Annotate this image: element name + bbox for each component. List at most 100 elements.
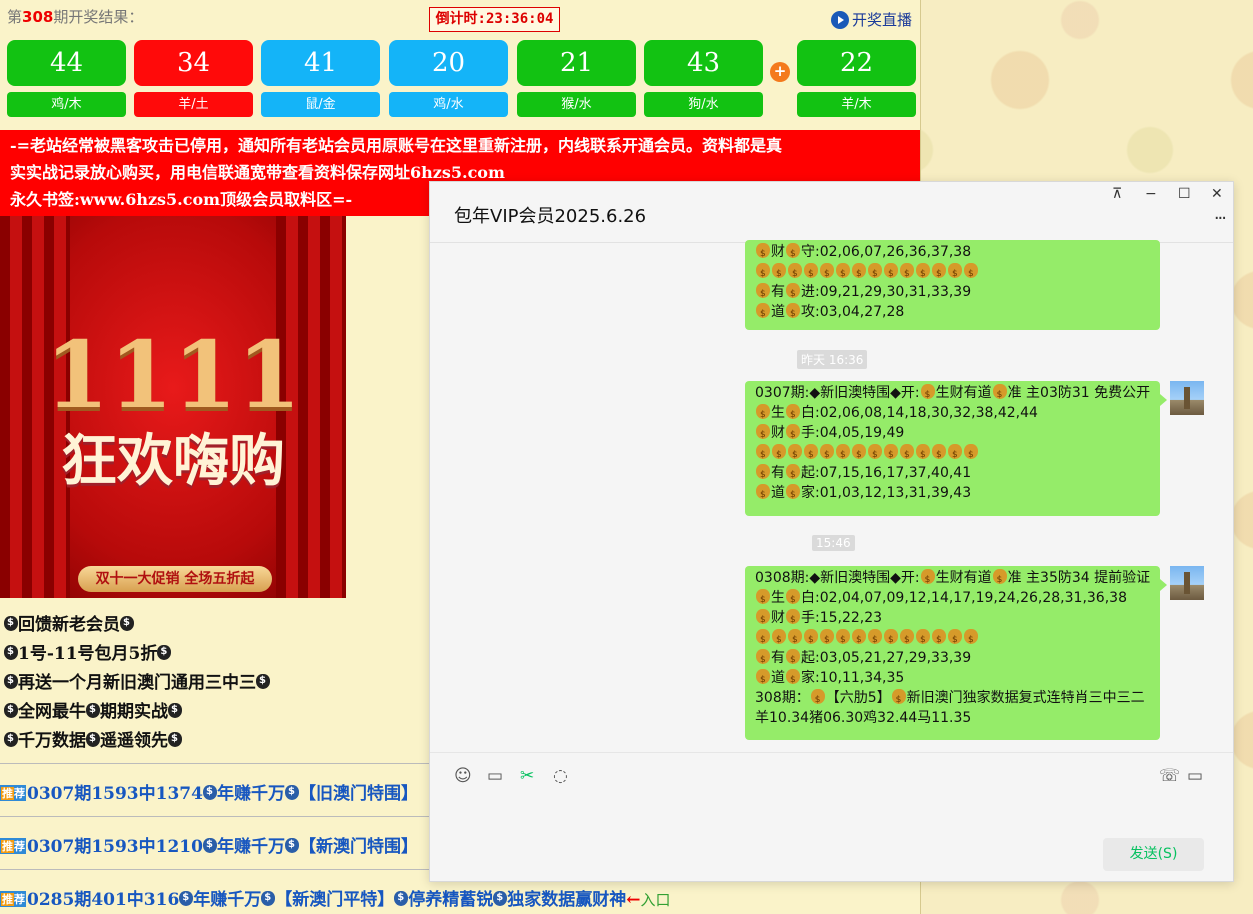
money-bag-icon bbox=[948, 263, 962, 284]
money-bag-icon bbox=[756, 629, 770, 650]
message-line bbox=[755, 628, 1150, 650]
promo-line: 回馈新老会员 bbox=[4, 610, 134, 635]
money-bag-icon bbox=[756, 609, 770, 630]
input-divider bbox=[430, 752, 1233, 753]
rec-link[interactable]: 推荐0285期401中316年赚千万【新澳门平特】停养精蓄锐独家数据赢财神←入口 bbox=[0, 885, 671, 910]
message-line: 财手:04,05,19,49 bbox=[755, 423, 1150, 445]
message-line bbox=[755, 262, 1150, 284]
timestamp: 15:46 bbox=[812, 535, 855, 551]
zodiac-label: 鸡/木 bbox=[7, 92, 126, 117]
money-bag-icon bbox=[786, 484, 800, 505]
money-bag-icon bbox=[756, 243, 770, 264]
money-bag-icon bbox=[772, 629, 786, 650]
money-bag-icon bbox=[964, 629, 978, 650]
chat-title: 包年VIP会员2025.6.26 bbox=[454, 206, 647, 227]
money-bag-icon bbox=[820, 444, 834, 465]
money-bag-icon bbox=[932, 263, 946, 284]
money-bag-icon bbox=[4, 616, 18, 631]
money-bag-icon bbox=[86, 703, 100, 718]
money-bag-icon bbox=[948, 629, 962, 650]
message-line: 财手:15,22,23 bbox=[755, 608, 1150, 630]
bubble-tail bbox=[1160, 394, 1167, 406]
money-bag-icon bbox=[786, 404, 800, 425]
money-bag-icon bbox=[852, 444, 866, 465]
message-bubble[interactable]: 0307期:◆新旧澳特围◆开:生财有道准 主03防31 免费公开生白:02,06… bbox=[745, 381, 1167, 516]
banner-title: 狂欢嗨购 bbox=[61, 428, 285, 494]
money-bag-icon bbox=[772, 263, 786, 284]
chat-history-icon[interactable]: ◌ bbox=[553, 766, 568, 786]
divider bbox=[0, 763, 430, 764]
emoji-icon[interactable]: ☺ bbox=[454, 766, 472, 786]
zodiac-label: 狗/水 bbox=[644, 92, 763, 117]
promo-line: 全网最牛期期实战 bbox=[4, 697, 182, 722]
live-draw-link[interactable]: 开奖直播 bbox=[831, 9, 912, 30]
money-bag-icon bbox=[788, 444, 802, 465]
money-bag-icon bbox=[932, 444, 946, 465]
special-ball: 22 bbox=[797, 40, 916, 86]
message-line bbox=[755, 443, 1150, 465]
money-bag-icon bbox=[804, 629, 818, 650]
message-line: 道家:10,11,34,35 bbox=[755, 668, 1150, 690]
money-bag-icon bbox=[900, 629, 914, 650]
period-number: 308 bbox=[22, 8, 54, 26]
money-bag-icon bbox=[394, 891, 409, 906]
money-bag-icon bbox=[756, 404, 770, 425]
money-bag-icon bbox=[932, 629, 946, 650]
message-line: 有起:03,05,21,27,29,33,39 bbox=[755, 648, 1150, 670]
money-bag-icon bbox=[284, 785, 299, 800]
money-bag-icon bbox=[891, 689, 906, 710]
video-call-icon[interactable]: ▭ bbox=[1187, 766, 1203, 786]
money-bag-icon bbox=[786, 283, 800, 304]
rec-link[interactable]: 推荐0307期1593中1374年赚千万【旧澳门特围】 bbox=[0, 779, 418, 804]
result-ball: 34 bbox=[134, 40, 253, 86]
phone-icon[interactable]: ☏ bbox=[1159, 766, 1180, 786]
bubble-tail bbox=[1160, 579, 1167, 591]
money-bag-icon bbox=[756, 263, 770, 284]
money-bag-icon bbox=[836, 629, 850, 650]
close-icon[interactable]: ✕ bbox=[1211, 186, 1223, 202]
message-line: 财守:02,06,07,26,36,37,38 bbox=[755, 242, 1150, 264]
plus-icon: + bbox=[770, 62, 790, 82]
recommend-badge: 推荐 bbox=[0, 785, 26, 801]
money-bag-icon bbox=[786, 464, 800, 485]
money-bag-icon bbox=[820, 263, 834, 284]
money-bag-icon bbox=[786, 669, 800, 690]
message-line: 生白:02,06,08,14,18,30,32,38,42,44 bbox=[755, 403, 1150, 425]
folder-icon[interactable]: ▭ bbox=[487, 766, 503, 786]
message-bubble[interactable]: 财守:02,06,07,26,36,37,38 有进:09,21,29,30,31… bbox=[745, 240, 1160, 330]
maximize-icon[interactable]: ☐ bbox=[1178, 186, 1191, 202]
message-line: 有进:09,21,29,30,31,33,39 bbox=[755, 282, 1150, 304]
rec-link[interactable]: 推荐0307期1593中1210年赚千万【新澳门特围】 bbox=[0, 832, 418, 857]
arrow-left-icon: ← bbox=[626, 890, 641, 910]
message-line: 308期：【六肋5】新旧澳门独家数据复式连特肖三中三二 bbox=[755, 688, 1150, 710]
result-ball: 41 bbox=[261, 40, 380, 86]
money-bag-icon bbox=[786, 243, 800, 264]
more-icon[interactable]: ··· bbox=[1214, 208, 1227, 229]
banner-ribbon: 双十一大促销 全场五折起 bbox=[78, 566, 272, 592]
money-bag-icon bbox=[4, 732, 18, 747]
avatar[interactable] bbox=[1170, 381, 1204, 415]
money-bag-icon bbox=[788, 629, 802, 650]
money-bag-icon bbox=[884, 263, 898, 284]
pin-icon[interactable]: ⊼ bbox=[1112, 186, 1122, 202]
zodiac-label: 鼠/金 bbox=[261, 92, 380, 117]
result-ball: 43 bbox=[644, 40, 763, 86]
message-line: 生白:02,04,07,09,12,14,17,19,24,26,28,31,3… bbox=[755, 588, 1150, 610]
send-button[interactable]: 发送(S) bbox=[1103, 838, 1204, 871]
money-bag-icon bbox=[202, 785, 217, 800]
minimize-icon[interactable]: − bbox=[1145, 186, 1157, 202]
play-icon bbox=[831, 10, 849, 29]
money-bag-icon bbox=[836, 444, 850, 465]
money-bag-icon bbox=[884, 629, 898, 650]
money-bag-icon bbox=[756, 303, 770, 324]
money-bag-icon bbox=[493, 891, 508, 906]
scissors-icon[interactable]: ✂ bbox=[520, 766, 534, 786]
money-bag-icon bbox=[756, 589, 770, 610]
money-bag-icon bbox=[756, 464, 770, 485]
message-bubble[interactable]: 0308期:◆新旧澳特围◆开:生财有道准 主35防34 提前验证生白:02,04… bbox=[745, 566, 1167, 740]
chat-window: 包年VIP会员2025.6.26 ⊼ − ☐ ✕ ··· 财守:02,06,07… bbox=[429, 181, 1234, 882]
avatar[interactable] bbox=[1170, 566, 1204, 600]
money-bag-icon bbox=[202, 838, 217, 853]
result-ball: 20 bbox=[389, 40, 508, 86]
promo-image[interactable]: 1111 狂欢嗨购 双十一大促销 全场五折起 bbox=[0, 216, 346, 598]
